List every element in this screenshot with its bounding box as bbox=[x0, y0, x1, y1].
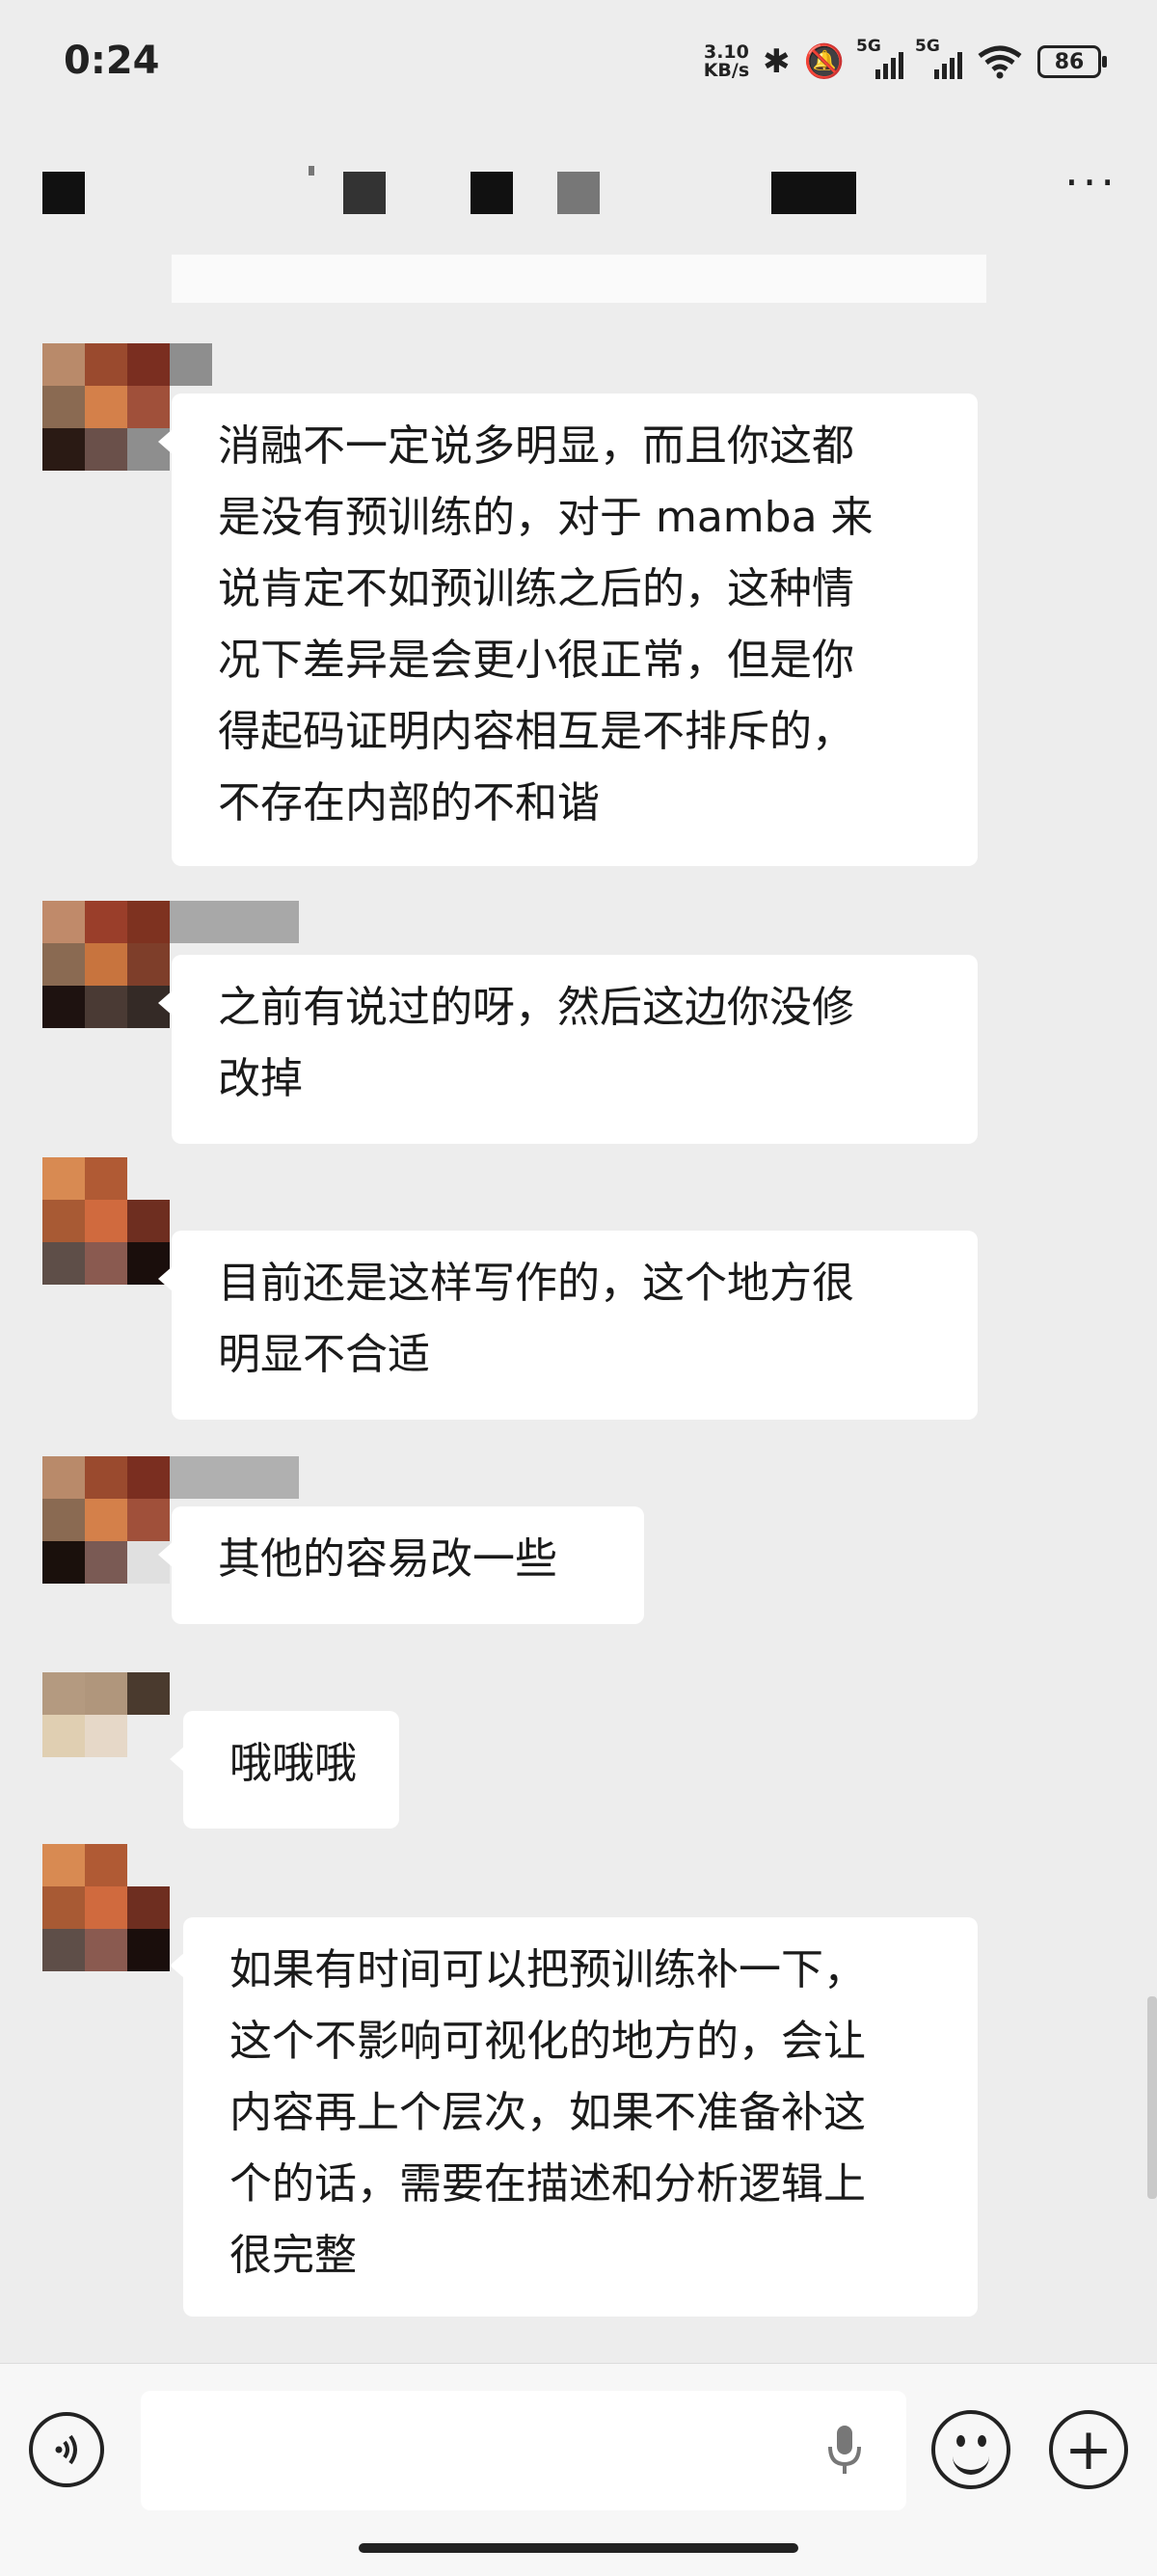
scrollbar[interactable] bbox=[1147, 1996, 1157, 2199]
home-indicator[interactable] bbox=[359, 2543, 798, 2553]
redacted-title-block bbox=[771, 172, 856, 214]
emoji-icon-eye bbox=[978, 2435, 986, 2447]
status-icons: 3.10 KB/s ✱ 🔕 5G 5G 86 bbox=[703, 37, 1107, 81]
more-options-button[interactable]: ··· bbox=[1064, 160, 1118, 204]
previous-message-fragment bbox=[172, 255, 986, 303]
plus-icon: + bbox=[1063, 2416, 1114, 2483]
redacted-title-block bbox=[557, 172, 600, 214]
redacted-title-block bbox=[471, 172, 513, 214]
network-speed: 3.10 KB/s bbox=[703, 41, 750, 81]
battery-icon: 86 bbox=[1037, 45, 1107, 78]
avatar[interactable] bbox=[42, 1456, 170, 1584]
wifi-icon bbox=[978, 45, 1022, 79]
message-bubble[interactable]: 如果有时间可以把预训练补一下， 这个不影响可视化的地方的，会让 内容再上个层次，… bbox=[170, 1917, 978, 2317]
avatar[interactable] bbox=[42, 1157, 170, 1285]
message-bubble[interactable]: 之前有说过的呀，然后这边你没修 改掉 bbox=[158, 955, 978, 1144]
message-input[interactable] bbox=[141, 2391, 906, 2510]
status-bar: 0:24 3.10 KB/s ✱ 🔕 5G 5G 86 bbox=[0, 0, 1157, 130]
message-bubble[interactable]: 其他的容易改一些 bbox=[158, 1506, 644, 1624]
input-bar: + bbox=[0, 2363, 1157, 2576]
avatar[interactable] bbox=[42, 901, 170, 1028]
message-bubble[interactable]: 消融不一定说多明显，而且你这都 是没有预训练的，对于 mamba 来 说肯定不如… bbox=[158, 393, 978, 866]
signal-icon: 5G bbox=[856, 37, 903, 79]
voice-icon bbox=[55, 2434, 77, 2465]
voice-toggle-button[interactable] bbox=[29, 2412, 104, 2487]
sender-name-redacted bbox=[170, 343, 212, 386]
redacted-title-block bbox=[309, 166, 314, 176]
emoji-icon-mouth bbox=[953, 2451, 989, 2475]
add-attachment-button[interactable]: + bbox=[1049, 2410, 1128, 2489]
emoji-button[interactable] bbox=[931, 2410, 1010, 2489]
avatar[interactable] bbox=[42, 1844, 170, 1971]
avatar[interactable] bbox=[42, 343, 170, 471]
chat-header: ··· bbox=[0, 154, 1157, 222]
message-bubble[interactable]: 哦哦哦 bbox=[170, 1711, 399, 1829]
mute-bell-icon: 🔕 bbox=[803, 42, 845, 81]
redacted-title-block bbox=[42, 172, 85, 214]
status-time: 0:24 bbox=[64, 39, 160, 83]
sender-name-redacted bbox=[170, 901, 299, 943]
message-bubble[interactable]: 目前还是这样写作的，这个地方很 明显不合适 bbox=[158, 1231, 978, 1420]
microphone-icon[interactable] bbox=[825, 2422, 864, 2480]
bluetooth-icon: ✱ bbox=[763, 42, 791, 81]
sender-name-redacted bbox=[170, 1456, 299, 1499]
signal-icon-2: 5G bbox=[915, 37, 962, 79]
redacted-title-block bbox=[343, 172, 386, 214]
avatar[interactable] bbox=[42, 1672, 170, 1757]
emoji-icon-eye bbox=[956, 2435, 965, 2447]
